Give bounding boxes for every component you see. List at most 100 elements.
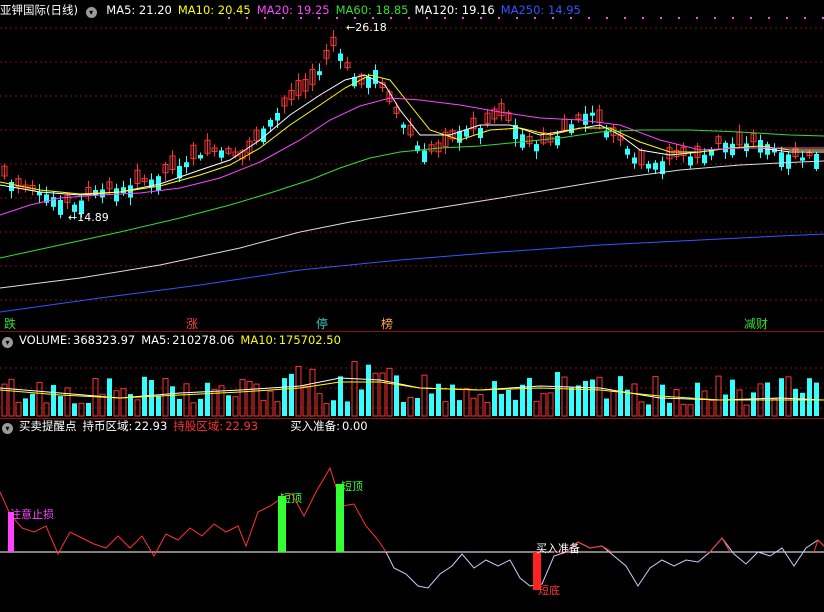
volume-bar [779,378,784,416]
volume-toggle-icon[interactable]: ▾ [2,337,13,348]
top-marker-dot [516,17,518,19]
volume-bar [492,381,497,416]
top-marker-dot [228,17,230,19]
volume-bar [673,388,680,417]
volume-bar [604,398,609,416]
hold-label: 持币区域: [82,419,133,433]
volume-bar [484,401,491,417]
top-marker-dot [750,17,752,19]
signal-annotation: 买入准备 [536,541,580,555]
candle-body [569,124,574,134]
volume-bar [610,391,617,417]
volume-bar [218,385,225,417]
volume-bar [470,397,477,417]
top-marker-dot [390,17,392,19]
volume-bar [177,398,182,416]
volume-bar [183,383,190,417]
volume-bar [730,379,735,416]
volume-bar [555,371,560,416]
event-badge: 榜 [381,316,393,330]
high-price-label: ←26.18 [346,21,387,34]
volume-bar [72,403,77,416]
volume-chart[interactable] [0,348,824,418]
volume-bar [246,380,253,417]
event-badge: 减财 [744,317,768,330]
volume-bar [618,376,623,416]
indicator-title: 买卖提醒点 [19,419,77,433]
candle-body [590,112,595,116]
top-marker-dot [498,17,500,19]
volume-bar [190,402,197,417]
indicator-toggle-icon[interactable]: ▾ [2,423,13,434]
volume-bar [687,404,694,417]
signal-annotation: 短顶 [280,491,302,505]
volume-ma5-label: MA5: [141,333,171,347]
volume-bar [751,392,756,416]
volume-bar [156,395,161,416]
candle-body [688,156,693,166]
candle-body [184,162,189,168]
volume-bar [457,400,462,416]
top-marker-dot [732,17,734,19]
volume-bar [86,402,91,416]
event-badge: 跌 [4,316,16,330]
top-marker-dot [606,17,608,19]
volume-bar [765,382,770,416]
candle-body [625,148,630,155]
volume-bar [429,393,434,416]
volume-bar [660,384,665,416]
candle-body [219,150,224,158]
volume-bar [576,385,581,416]
volume-bar [667,402,672,416]
volume-bar [30,393,35,416]
indicator-chart[interactable]: 注意止损短顶短顶买入准备短底 [0,436,824,612]
buy-value: 0.00 [342,419,368,433]
top-marker-dot [534,17,536,19]
candle-body [520,134,525,148]
candle-body [401,124,406,128]
indicator-header: ▾ 买卖提醒点 持币区域: 22.93 持股区域: 22.93 买入准备: 0.00 [0,418,824,435]
volume-bar [569,387,574,416]
hold-value: 22.93 [134,419,168,433]
top-marker-dot [786,17,788,19]
volume-bar [205,382,210,416]
volume-bar [652,376,659,417]
candle-body [128,185,133,198]
volume-bar [463,388,470,417]
indicator-positive-line [706,537,731,553]
price-chart[interactable]: ←26.18 ←14.89 跌 涨 停 榜 减财 [0,0,824,330]
candle-body [555,136,560,146]
top-marker-dot [372,17,374,19]
buy-label: 买入准备: [290,419,340,433]
volume-bar [345,401,350,416]
volume-bar [561,376,568,417]
volume-bar [715,375,722,417]
indicator-negative-line [385,537,824,589]
top-marker-dot [624,17,626,19]
candle-body [317,71,322,76]
volume-bar [170,386,175,416]
candle-body [534,144,539,152]
volume-bar [282,378,287,416]
volume-bar [359,389,364,416]
event-badge: 涨 [186,316,198,330]
candle-body [723,142,728,153]
volume-bar [386,367,393,417]
volume-bar [785,376,792,417]
candle-body [786,154,791,169]
own-label: 持股区域: [173,419,224,433]
volume-bar [113,390,120,417]
volume-bar [442,401,449,417]
volume-bar [415,397,420,416]
signal-annotation: 短顶 [341,479,363,493]
volume-bar [232,396,239,417]
volume-bar [51,385,56,416]
candle-body [730,143,735,156]
volume-ma10-label: MA10: [240,333,277,347]
low-price-label: ←14.89 [68,211,109,224]
top-marker-dot [426,17,428,19]
volume-bar [540,393,547,417]
top-marker-dot [354,17,356,19]
volume-bar [366,364,371,416]
volume-bar [631,383,638,417]
